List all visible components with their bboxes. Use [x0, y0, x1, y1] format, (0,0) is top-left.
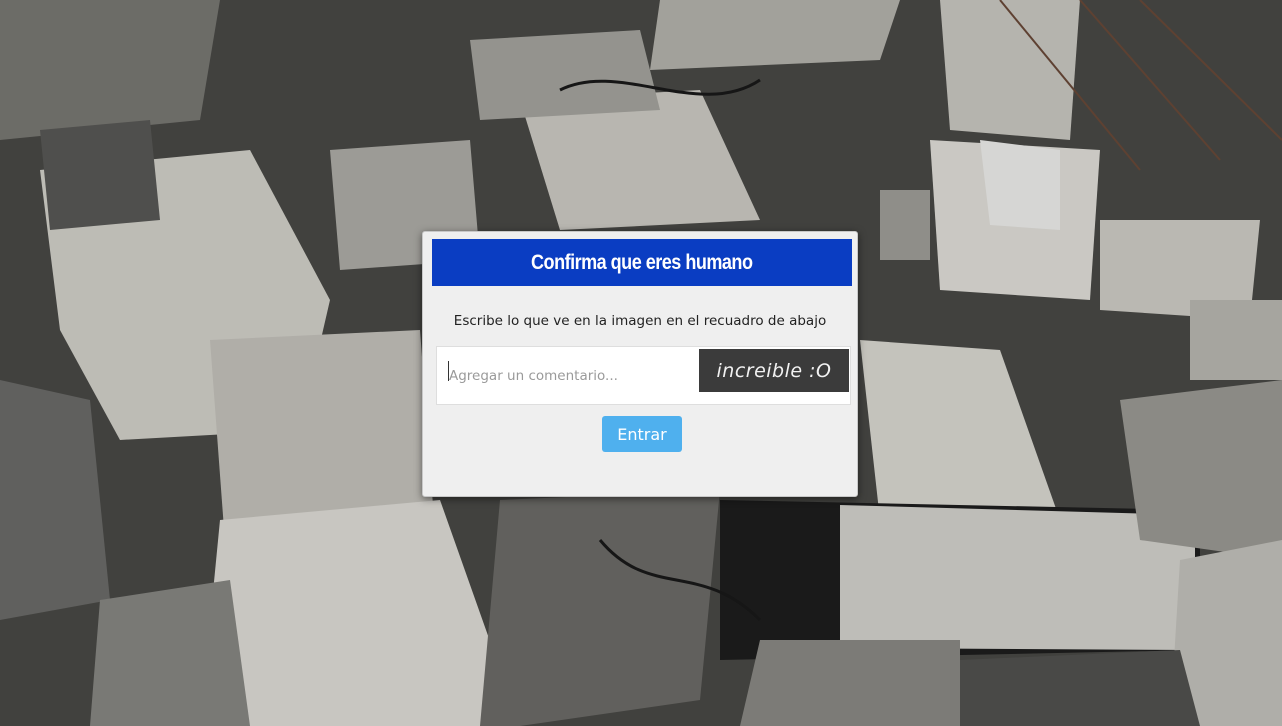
captcha-answer-input[interactable]: [437, 347, 699, 404]
captcha-text: increible :O: [716, 359, 832, 382]
captcha-instructions: Escribe lo que ve en la imagen en el rec…: [453, 313, 827, 329]
dialog-title-bar: Confirma que eres humano: [432, 239, 852, 286]
submit-button[interactable]: Entrar: [602, 416, 682, 452]
dialog-title: Confirma que eres humano: [531, 250, 753, 274]
captcha-image: increible :O: [699, 349, 849, 392]
captcha-row: increible :O: [436, 346, 851, 405]
text-cursor: [448, 361, 449, 381]
captcha-dialog: Confirma que eres humano Escribe lo que …: [422, 231, 858, 497]
